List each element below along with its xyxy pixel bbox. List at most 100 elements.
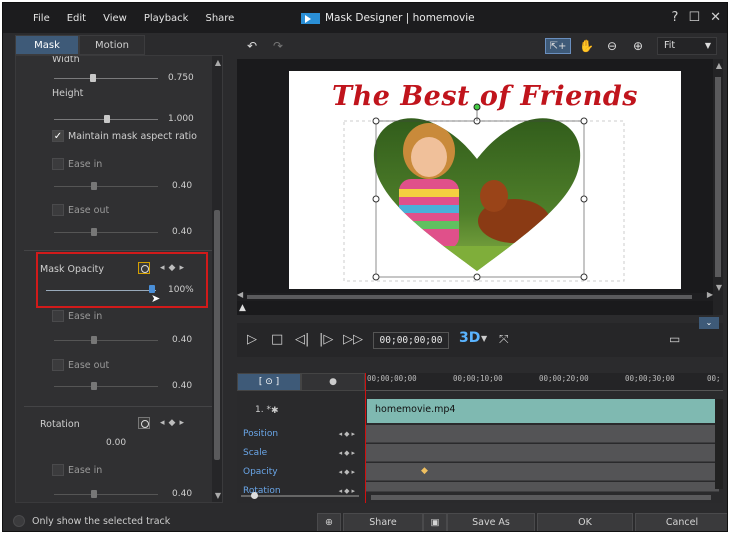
- tab-motion[interactable]: Motion: [79, 35, 145, 55]
- timeline-tab-record[interactable]: ●: [301, 373, 365, 391]
- opacity-ease-out-slider-handle[interactable]: [91, 382, 97, 390]
- mask-designer-window: File Edit View Playback Share Mask Desig…: [2, 2, 728, 532]
- viewer-hscroll-thumb[interactable]: [247, 295, 692, 299]
- expand-icon[interactable]: ⌄: [699, 317, 719, 329]
- only-selected-track-checkbox[interactable]: [13, 515, 25, 527]
- viewer-vertical-scrollbar[interactable]: ▲ ▼: [713, 59, 723, 315]
- width-slider-track[interactable]: [54, 78, 158, 79]
- share-settings-icon[interactable]: ⊕: [317, 513, 341, 531]
- viewer-horizontal-scrollbar[interactable]: ◀ ▶: [237, 290, 713, 301]
- timeline-clip[interactable]: homemovie.mp4: [367, 399, 719, 423]
- ok-button[interactable]: OK: [537, 513, 633, 531]
- cancel-button[interactable]: Cancel: [635, 513, 727, 531]
- redo-icon[interactable]: ↷: [273, 38, 283, 54]
- select-tool-icon[interactable]: ⇱+: [545, 38, 571, 54]
- save-as-button[interactable]: Save As: [447, 513, 535, 531]
- scroll-down-icon[interactable]: ▼: [215, 491, 221, 500]
- timeline-zoom-slider[interactable]: [241, 495, 359, 497]
- opacity-ease-out-slider-track[interactable]: [54, 386, 158, 387]
- rotation-ease-in-checkbox[interactable]: [52, 464, 64, 476]
- track-position[interactable]: Position ◂◆▸: [237, 425, 365, 444]
- ease-in-slider-handle[interactable]: [91, 182, 97, 190]
- scale-keyframe-icon[interactable]: ◂◆▸: [339, 444, 357, 463]
- only-selected-track-option[interactable]: Only show the selected track: [13, 515, 170, 527]
- play-icon[interactable]: ▷: [247, 332, 257, 347]
- track-scale-label: Scale: [243, 448, 268, 458]
- scale-lane[interactable]: [365, 444, 719, 462]
- viewer-scroll-left-icon[interactable]: ◀: [237, 290, 243, 299]
- timecode-display[interactable]: 00;00;00;00: [373, 332, 449, 349]
- 3d-dropdown-icon[interactable]: ▼: [481, 334, 487, 343]
- maximize-button[interactable]: ☐: [688, 10, 700, 25]
- opacity-ease-in-slider-handle[interactable]: [91, 336, 97, 344]
- close-button[interactable]: ✕: [710, 10, 721, 25]
- position-marker-icon[interactable]: ▲: [239, 303, 246, 313]
- menu-edit[interactable]: Edit: [67, 13, 86, 24]
- help-button[interactable]: ?: [672, 10, 679, 25]
- track-scale[interactable]: Scale ◂◆▸: [237, 444, 365, 463]
- opacity-keyframe-icon[interactable]: ◂◆▸: [339, 463, 357, 482]
- position-keyframe-icon[interactable]: ◂◆▸: [339, 425, 357, 444]
- position-lane[interactable]: [365, 425, 719, 443]
- undo-icon[interactable]: ↶: [247, 38, 257, 54]
- track-1-label[interactable]: 1. *: [237, 401, 365, 420]
- preview-canvas[interactable]: The Best of Friends: [289, 71, 681, 289]
- ease-out-slider-track[interactable]: [54, 232, 158, 233]
- rotation-keyframe-nav-icon[interactable]: ◂◆▸: [160, 418, 188, 428]
- viewer-vscroll-thumb[interactable]: [715, 77, 721, 277]
- previous-frame-icon[interactable]: ◁|: [295, 332, 309, 347]
- fast-forward-icon[interactable]: ▷▷: [343, 332, 363, 347]
- viewer-scroll-right-icon[interactable]: ▶: [707, 290, 713, 299]
- track-opacity[interactable]: Opacity ◂◆▸: [237, 463, 365, 482]
- playhead[interactable]: [365, 373, 366, 503]
- ease-out-checkbox[interactable]: [52, 204, 64, 216]
- scroll-up-icon[interactable]: ▲: [215, 58, 221, 67]
- rotation-lane[interactable]: [365, 482, 719, 492]
- 3d-mode-button[interactable]: 3D: [459, 330, 480, 346]
- app-logo-icon: [301, 12, 320, 24]
- menu-file[interactable]: File: [33, 13, 50, 24]
- ease-in-slider-track[interactable]: [54, 186, 158, 187]
- zoom-out-icon[interactable]: ⊖: [607, 38, 617, 54]
- maintain-aspect-checkbox[interactable]: ✓: [52, 130, 64, 142]
- aspect-ratio-icon[interactable]: ▭: [669, 332, 680, 346]
- timeline-ruler[interactable]: 00;00;00;00 00;00;10;00 00;00;20;00 00;0…: [365, 373, 723, 391]
- width-slider-handle[interactable]: [90, 74, 96, 82]
- width-value: 0.750: [168, 73, 194, 83]
- timeline-vscroll[interactable]: [715, 399, 723, 489]
- viewer-scroll-up-icon[interactable]: ▲: [716, 61, 722, 70]
- stop-icon[interactable]: □: [271, 332, 283, 347]
- viewer-scroll-down-icon[interactable]: ▼: [716, 283, 722, 292]
- keyframe-marker-icon[interactable]: ◆: [421, 466, 428, 476]
- scrollbar-thumb[interactable]: [214, 210, 220, 460]
- ease-in-checkbox[interactable]: [52, 158, 64, 170]
- timeline-tab-keyframes[interactable]: [ ⊙ ]: [237, 373, 301, 391]
- save-icon[interactable]: ▣: [423, 513, 447, 531]
- ease-out-slider-handle[interactable]: [91, 228, 97, 236]
- menu-view[interactable]: View: [103, 13, 127, 24]
- opacity-lane[interactable]: ◆: [365, 463, 719, 481]
- hand-tool-icon[interactable]: ✋: [579, 38, 594, 54]
- menu-playback[interactable]: Playback: [144, 13, 189, 24]
- playback-controls: ▷ □ ◁| |▷ ▷▷ 00;00;00;00 3D ▼ ⤧ ▭ ⌄: [237, 317, 723, 357]
- zoom-fit-dropdown[interactable]: Fit ▼: [657, 37, 717, 55]
- settings-scrollbar[interactable]: ▲ ▼: [212, 56, 222, 502]
- menu-share[interactable]: Share: [205, 13, 234, 24]
- opacity-ease-out-checkbox[interactable]: [52, 359, 64, 371]
- opacity-ease-in-slider-track[interactable]: [54, 340, 158, 341]
- rotation-ease-in-slider-handle[interactable]: [91, 490, 97, 498]
- fullscreen-icon[interactable]: ⤧: [499, 332, 509, 347]
- tab-mask[interactable]: Mask: [15, 35, 79, 55]
- zoom-in-icon[interactable]: ⊕: [633, 38, 643, 54]
- rotation-reset-icon[interactable]: [138, 417, 150, 429]
- rotation-ease-in-slider-track[interactable]: [54, 494, 158, 495]
- timeline-hscroll-thumb[interactable]: [371, 495, 711, 500]
- rotation-track-keyframe-icon[interactable]: ◂◆▸: [339, 482, 357, 496]
- next-frame-icon[interactable]: |▷: [319, 332, 333, 347]
- height-slider-handle[interactable]: [104, 115, 110, 123]
- share-button[interactable]: Share: [343, 513, 423, 531]
- opacity-ease-in-checkbox[interactable]: [52, 310, 64, 322]
- timeline-zoom-handle[interactable]: [251, 492, 258, 499]
- ease-out-label: Ease out: [68, 205, 110, 216]
- highlight-annotation: [36, 252, 208, 308]
